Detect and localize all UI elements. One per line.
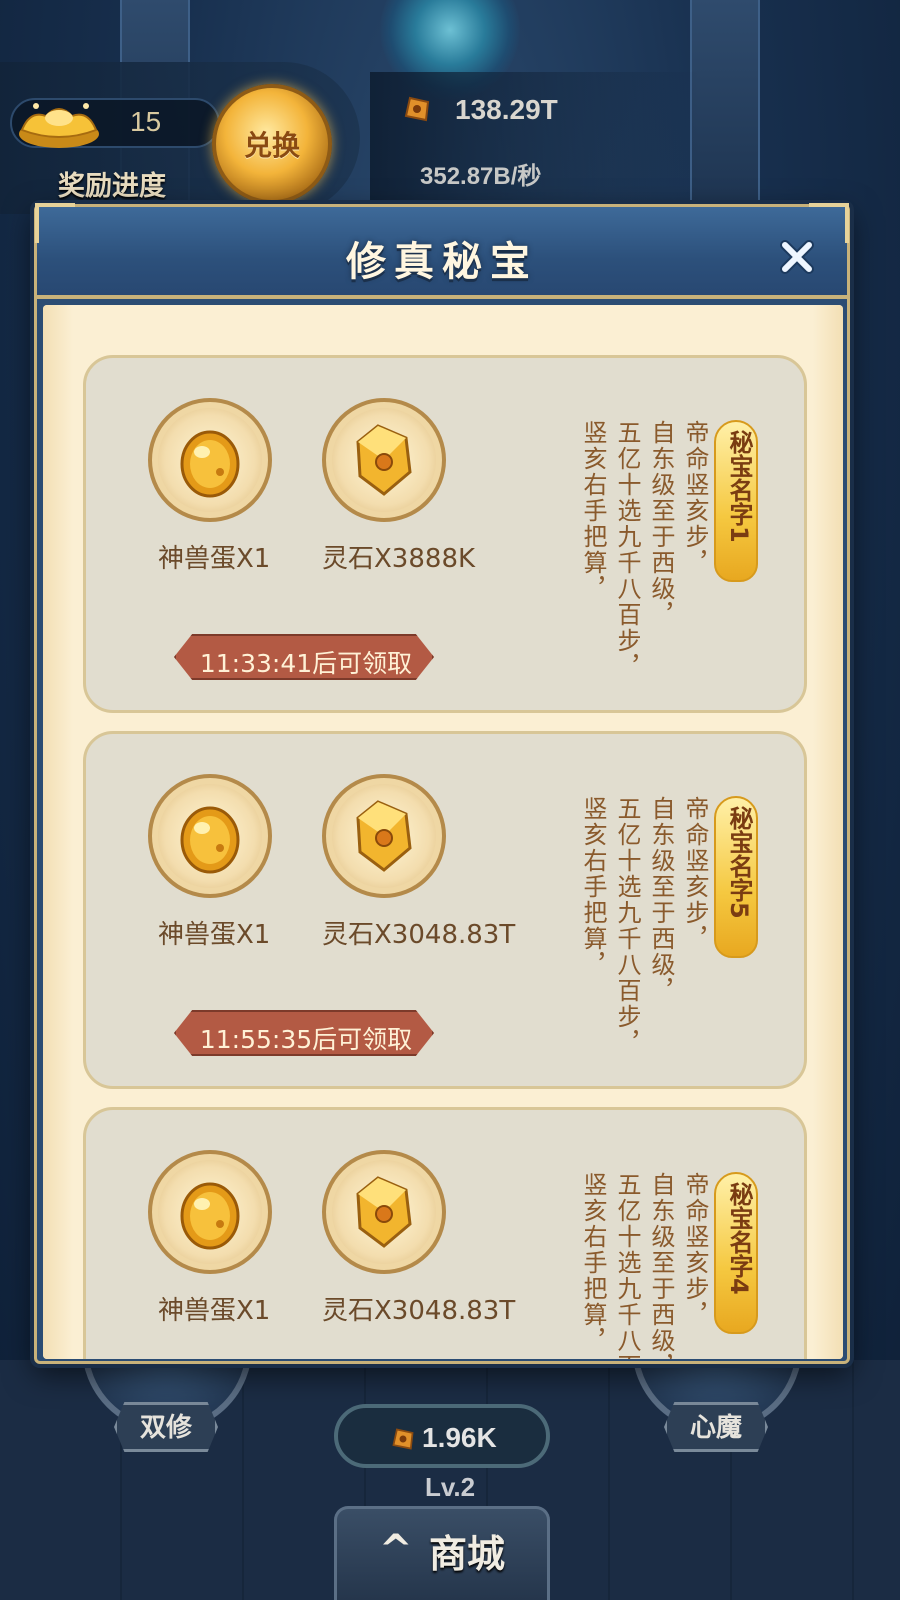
treasure-card: 神兽蛋X1 灵石X3888K 11:33:41后可领取 帝命竖亥步， 自东级至于… — [83, 355, 807, 713]
treasure-name: 秘宝名字1 — [725, 430, 753, 543]
close-icon[interactable] — [777, 237, 817, 277]
reward-item[interactable] — [148, 774, 272, 898]
exchange-button[interactable]: 兑换 — [212, 84, 332, 204]
chevron-up-icon: ^ — [379, 1527, 413, 1573]
level-label: Lv.2 — [424, 1472, 476, 1502]
reward-count: 15 — [130, 106, 162, 137]
treasure-list[interactable]: 神兽蛋X1 灵石X3888K 11:33:41后可领取 帝命竖亥步， 自东级至于… — [43, 305, 843, 1359]
reward-item[interactable] — [322, 1150, 446, 1274]
treasure-name: 秘宝名字4 — [725, 1182, 753, 1295]
description-line: 竖亥右手把算， — [579, 1172, 607, 1354]
spirit-stone-icon — [356, 800, 412, 872]
shop-label: 商城 — [429, 1532, 506, 1576]
description-line: 帝命竖亥步， — [681, 420, 709, 576]
treasure-name: 秘宝名字5 — [725, 806, 753, 919]
shop-button[interactable]: ^ 商城 — [334, 1506, 550, 1600]
beast-egg-icon — [180, 1182, 240, 1250]
beast-egg-icon — [180, 430, 240, 498]
treasure-name-tag: 秘宝名字4 — [714, 1172, 758, 1334]
description-line: 自东级至于西级， — [647, 1172, 675, 1359]
reward-item-label: 神兽蛋X1 — [158, 920, 271, 950]
reward-progress-label: 奖励进度 — [58, 171, 166, 202]
claim-timer: 11:33:41后可领取 — [174, 634, 434, 680]
description-line: 帝命竖亥步， — [681, 796, 709, 952]
reward-item-label: 神兽蛋X1 — [158, 544, 271, 574]
reward-item[interactable] — [322, 774, 446, 898]
claim-timer-text: 11:55:35后可领取 — [199, 1025, 413, 1054]
claim-timer-text: 11:33:41后可领取 — [199, 649, 413, 678]
spirit-stone-icon — [392, 1428, 414, 1450]
gold-ingot-icon — [19, 103, 99, 148]
spirit-stone-icon — [356, 1176, 412, 1248]
description-line: 五亿十选九千八百步， — [613, 1172, 641, 1359]
modal-title: 修真秘宝 — [346, 239, 538, 285]
description-line: 帝命竖亥步， — [681, 1172, 709, 1328]
exchange-button-label: 兑换 — [243, 129, 300, 162]
inner-demon-button[interactable]: 心魔 — [664, 1402, 768, 1452]
center-currency-value: 1.96K — [422, 1422, 497, 1453]
reward-item-label: 灵石X3888K — [322, 544, 476, 574]
beast-egg-icon — [180, 806, 240, 874]
description-line: 五亿十选九千八百步， — [613, 796, 641, 1056]
description-line: 竖亥右手把算， — [579, 420, 607, 602]
treasure-name-tag: 秘宝名字5 — [714, 796, 758, 958]
modal-header: 修真秘宝 — [35, 203, 849, 299]
description-line: 五亿十选九千八百步， — [613, 420, 641, 680]
reward-item-label: 灵石X3048.83T — [322, 1296, 516, 1326]
treasure-name-tag: 秘宝名字1 — [714, 420, 758, 582]
spirit-stone-icon — [404, 96, 430, 122]
treasure-card: 神兽蛋X1 灵石X3048.83T 11:55:35后可领取 帝命竖亥步， 自东… — [83, 731, 807, 1089]
spirit-stone-icon — [356, 424, 412, 496]
description-line: 自东级至于西级， — [647, 420, 675, 628]
treasure-card: 神兽蛋X1 灵石X3048.83T 帝命竖亥步， 自东级至于西级， 五亿十选九千… — [83, 1107, 807, 1359]
reward-item-label: 神兽蛋X1 — [158, 1296, 271, 1326]
spirit-stone-total: 138.29T — [455, 94, 558, 125]
reward-item[interactable] — [148, 398, 272, 522]
reward-item-label: 灵石X3048.83T — [322, 920, 516, 950]
description-line: 自东级至于西级， — [647, 796, 675, 1004]
description-line: 竖亥右手把算， — [579, 796, 607, 978]
dual-cultivation-button[interactable]: 双修 — [114, 1402, 218, 1452]
center-currency-pill: 1.96K — [334, 1404, 550, 1468]
reward-item[interactable] — [148, 1150, 272, 1274]
spirit-stone-rate: 352.87B/秒 — [420, 163, 542, 190]
treasure-modal: 修真秘宝 神兽蛋X1 灵石X3888K 11:33:41后可领取 帝命竖亥步， … — [34, 203, 850, 1364]
claim-timer: 11:55:35后可领取 — [174, 1010, 434, 1056]
reward-item[interactable] — [322, 398, 446, 522]
